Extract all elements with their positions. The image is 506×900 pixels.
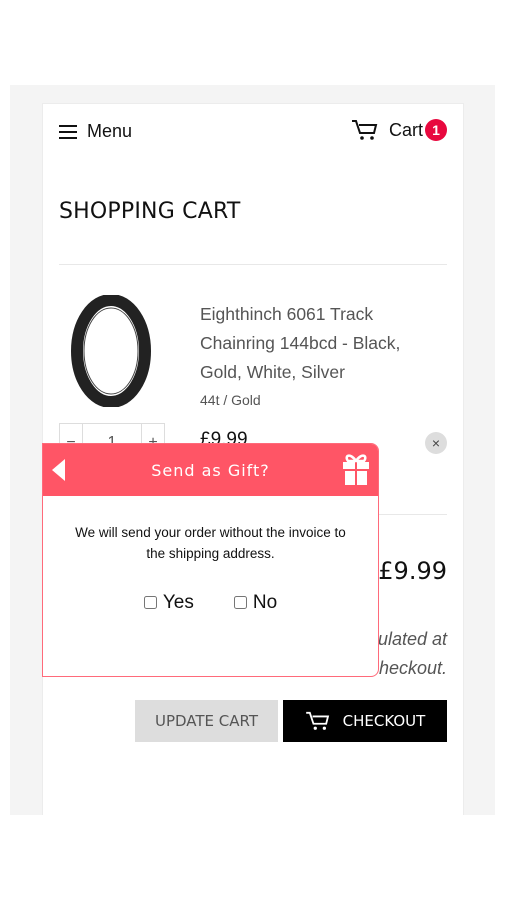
cart-total: £9.99 [378, 557, 447, 585]
gift-icon [343, 454, 369, 485]
cart-label: Cart [388, 119, 423, 140]
menu-button[interactable]: Menu [59, 121, 132, 142]
gift-yes-checkbox[interactable] [143, 596, 157, 609]
hamburger-icon [59, 124, 77, 139]
gift-popup-header: Send as Gift? [43, 444, 378, 496]
gift-yes-option[interactable]: Yes [143, 592, 194, 613]
gift-popup: Send as Gift? We will send your order wi… [42, 443, 379, 677]
cart-count-badge: 1 [425, 119, 447, 141]
checkout-button[interactable]: CHECKOUT [283, 700, 447, 742]
gift-yes-label: Yes [162, 592, 194, 613]
product-variant: 44t / Gold [200, 392, 261, 408]
cart-link[interactable]: Cart 1 [351, 119, 447, 141]
gift-no-checkbox[interactable] [233, 596, 247, 609]
product-name[interactable]: Eighthinch 6061 Track Chainring 144bcd -… [200, 300, 430, 387]
menu-label: Menu [87, 121, 133, 141]
checkout-label: CHECKOUT [342, 712, 426, 730]
gift-no-option[interactable]: No [233, 592, 278, 613]
product-image[interactable] [70, 295, 152, 407]
gift-no-label: No [252, 592, 278, 613]
update-cart-button[interactable]: UPDATE CART [135, 700, 278, 742]
update-cart-label: UPDATE CART [154, 712, 259, 730]
divider [59, 264, 447, 265]
cart-icon [305, 711, 329, 730]
page-title: SHOPPING CART [59, 199, 241, 224]
remove-item-button[interactable]: × [425, 432, 447, 454]
gift-popup-title: Send as Gift? [151, 460, 270, 480]
cart-icon [351, 120, 378, 140]
gift-popup-message: We will send your order without the invo… [75, 525, 346, 561]
back-arrow-icon[interactable] [52, 459, 65, 481]
